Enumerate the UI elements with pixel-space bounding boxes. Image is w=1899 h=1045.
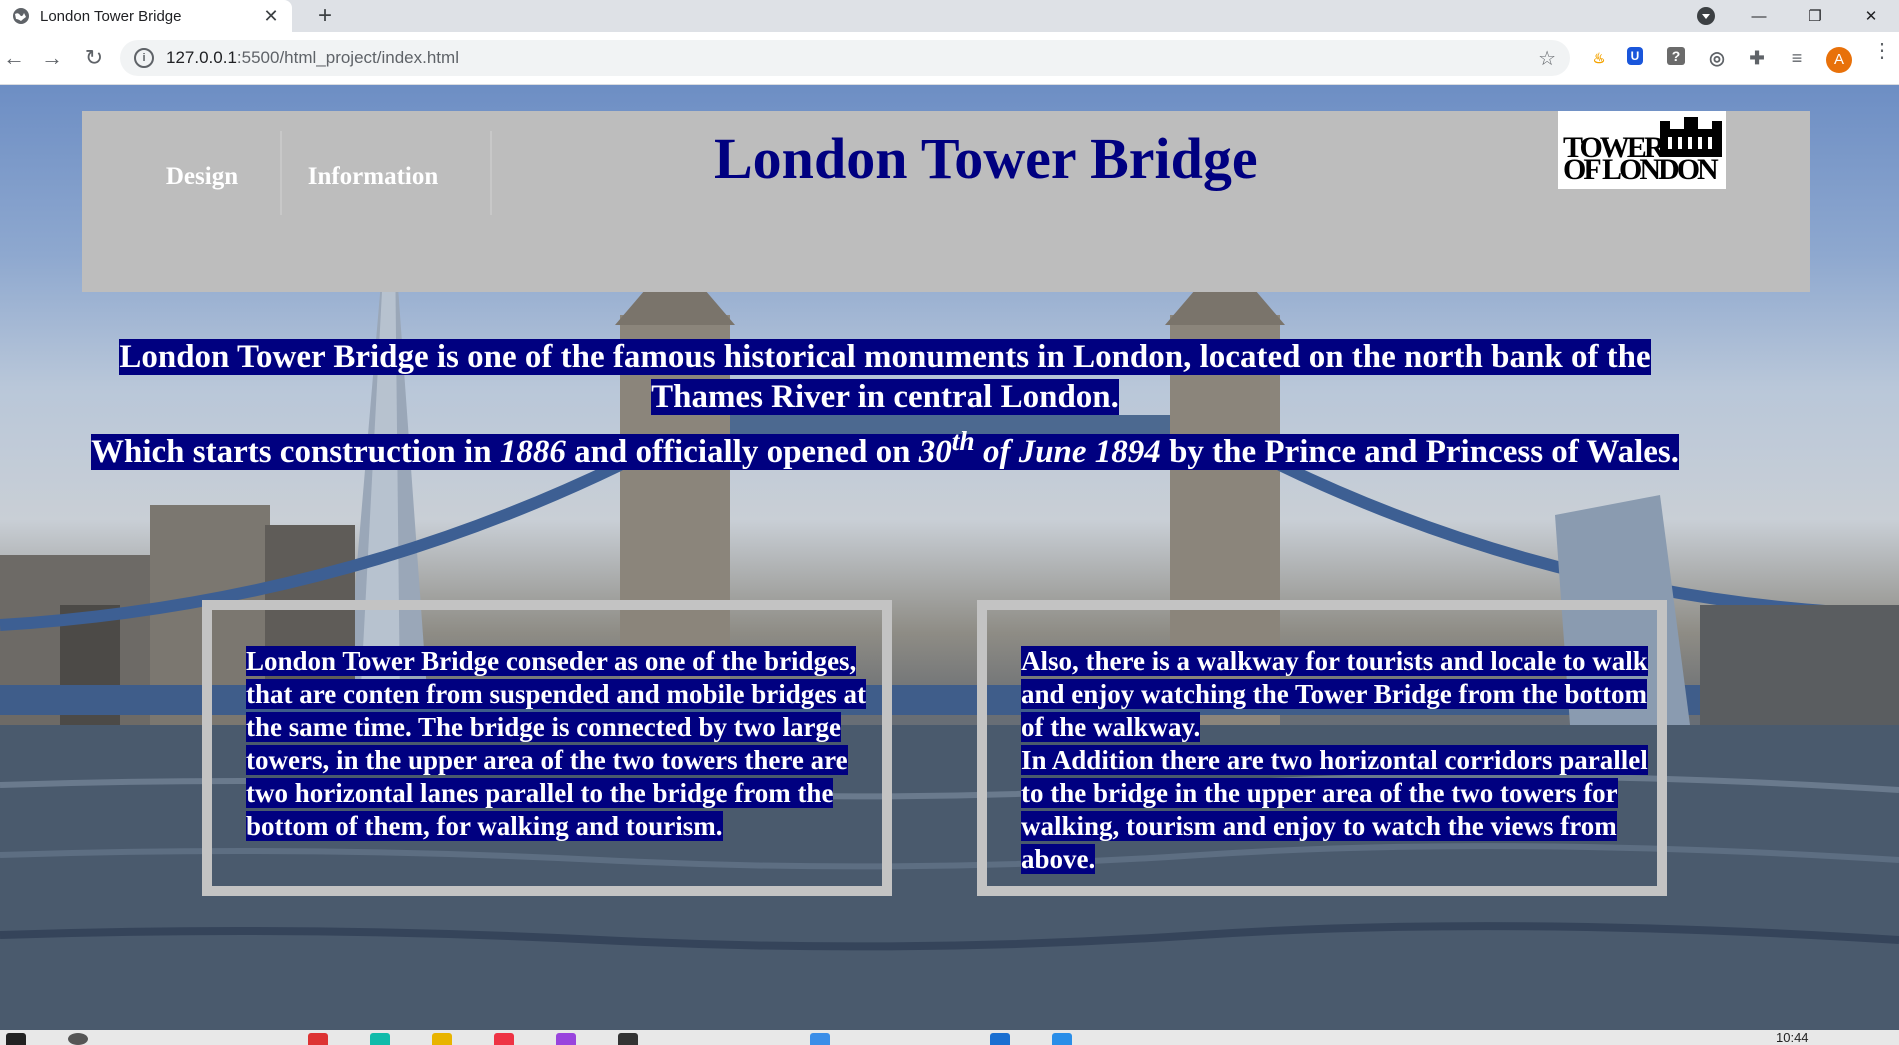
intro-line-2-part: by the Prince and Princess of Wales.	[1160, 434, 1680, 470]
info-box-right-paragraph-2: In Addition there are two horizontal cor…	[1021, 745, 1648, 874]
start-icon[interactable]	[6, 1033, 26, 1045]
extension-help-icon[interactable]: ?	[1667, 47, 1685, 65]
url-host: 127.0.0.1	[166, 48, 237, 67]
intro-line-2-part: Which starts construction in	[90, 434, 500, 470]
info-box-left: London Tower Bridge conseder as one of t…	[202, 600, 892, 896]
browser-tab[interactable]: London Tower Bridge ✕	[0, 0, 292, 32]
site-info-icon[interactable]: i	[134, 48, 154, 68]
intro-line-2-part: and officially opened on	[565, 434, 919, 470]
extension-shield-icon[interactable]: U	[1627, 47, 1643, 65]
vscode-taskbar-icon[interactable]	[1052, 1033, 1072, 1045]
restore-icon[interactable]: ❐	[1787, 0, 1843, 32]
nav-information[interactable]: Information	[288, 147, 458, 207]
url-text[interactable]: 127.0.0.1:5500/html_project/index.html	[166, 48, 1538, 68]
intro-line-2: Which starts construction in 1886 and of…	[90, 425, 1680, 470]
intro-text: London Tower Bridge is one of the famous…	[90, 337, 1680, 472]
windows-taskbar: 10:44	[0, 1030, 1899, 1045]
web-page: Design Information London Tower Bridge T…	[0, 85, 1899, 1030]
nav-divider	[490, 131, 492, 215]
url-path: :5500/html_project/index.html	[236, 48, 459, 67]
intro-day: 30th of June 1894	[918, 425, 1161, 470]
info-box-left-text: London Tower Bridge conseder as one of t…	[246, 645, 886, 843]
extensions-puzzle-icon[interactable]: ✚	[1746, 47, 1768, 69]
window-controls: — ❐ ✕	[1731, 0, 1899, 32]
clock-time[interactable]: 10:44	[1776, 1030, 1809, 1045]
back-arrow-icon[interactable]: ←	[0, 44, 28, 72]
forward-arrow-icon[interactable]: →	[38, 44, 66, 72]
tab-search-icon[interactable]	[1697, 7, 1715, 25]
new-tab-button[interactable]: +	[312, 3, 338, 29]
app-taskbar-icon[interactable]	[370, 1033, 390, 1045]
app-taskbar-icon[interactable]	[810, 1033, 830, 1045]
profile-avatar[interactable]: A	[1826, 47, 1852, 73]
chrome-taskbar-icon[interactable]	[308, 1033, 328, 1045]
intro-line-1: London Tower Bridge is one of the famous…	[119, 339, 1651, 415]
nav-design[interactable]: Design	[144, 147, 260, 207]
intro-year: 1886	[499, 434, 566, 470]
mail-taskbar-icon[interactable]	[990, 1033, 1010, 1045]
app-taskbar-icon[interactable]	[618, 1033, 638, 1045]
castle-icon	[1660, 117, 1722, 157]
info-box-right-text: Also, there is a walkway for tourists an…	[1021, 645, 1661, 876]
site-header: Design Information London Tower Bridge T…	[82, 111, 1810, 292]
app-taskbar-icon[interactable]	[556, 1033, 576, 1045]
tower-of-london-logo[interactable]: TOWER OF LONDON	[1558, 111, 1726, 189]
info-box-right: Also, there is a walkway for tourists an…	[977, 600, 1667, 896]
reload-icon[interactable]: ↻	[80, 44, 108, 72]
search-icon[interactable]	[68, 1033, 88, 1045]
chrome-menu-icon[interactable]: ⋮	[1872, 41, 1892, 61]
app-taskbar-icon[interactable]	[494, 1033, 514, 1045]
bookmark-star-icon[interactable]: ☆	[1538, 46, 1556, 71]
info-box-right-paragraph-1: Also, there is a walkway for tourists an…	[1021, 646, 1648, 742]
address-bar[interactable]: i 127.0.0.1:5500/html_project/index.html…	[120, 40, 1570, 76]
intro-day-suffix: th	[951, 425, 975, 456]
intro-date: of June 1894	[974, 434, 1161, 470]
extension-podcast-icon[interactable]: ◎	[1706, 47, 1728, 69]
nav-divider	[280, 131, 282, 215]
info-box-left-paragraph: London Tower Bridge conseder as one of t…	[246, 646, 867, 841]
intro-day-number: 30	[918, 434, 952, 470]
browser-toolbar: ← → ↻ i 127.0.0.1:5500/html_project/inde…	[0, 32, 1899, 85]
extension-fox-icon[interactable]: ♨	[1588, 47, 1610, 69]
minimize-icon[interactable]: —	[1731, 0, 1787, 32]
tab-strip: London Tower Bridge ✕ + — ❐ ✕	[0, 0, 1899, 32]
close-tab-icon[interactable]: ✕	[260, 5, 282, 27]
globe-icon	[13, 8, 29, 24]
tab-title: London Tower Bridge	[40, 7, 182, 25]
page-title: London Tower Bridge	[714, 126, 1258, 191]
folder-taskbar-icon[interactable]	[432, 1033, 452, 1045]
close-window-icon[interactable]: ✕	[1843, 0, 1899, 32]
logo-text-bottom: OF LONDON	[1563, 153, 1719, 186]
media-control-icon[interactable]: ≡	[1786, 47, 1808, 69]
